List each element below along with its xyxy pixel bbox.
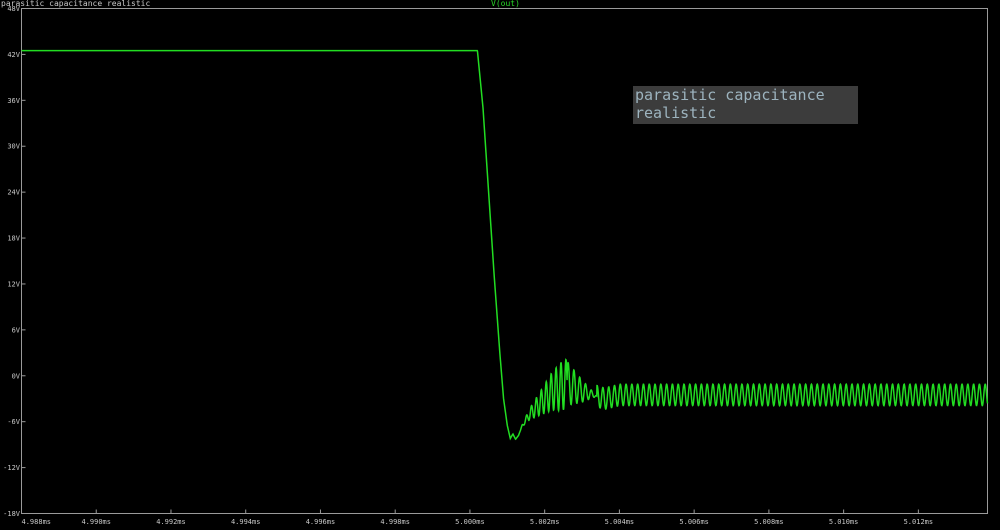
x-axis: 4.988ms 4.990ms 4.992ms 4.994ms 4.996ms 4.998… xyxy=(21,509,934,526)
x-tick-label: 5.008ms xyxy=(754,518,784,526)
x-tick-label: 4.992ms xyxy=(156,518,186,526)
annotation-line-2: realistic xyxy=(635,104,717,122)
y-tick-label: 36V xyxy=(7,97,20,105)
y-tick-label: 6V xyxy=(12,326,21,334)
x-tick-label: 5.010ms xyxy=(829,518,859,526)
y-tick-label: 30V xyxy=(7,143,20,151)
x-tick-label: 4.988ms xyxy=(22,518,52,526)
y-tick-label: 48V xyxy=(7,5,20,13)
waveform-plot[interactable]: 48V 42V 36V 30V 24V 18V 12V 6V 0V -6V -12V -18V 4.9… xyxy=(0,0,1000,530)
x-tick-label: 5.006ms xyxy=(679,518,709,526)
annotation-box[interactable]: parasitic capacitance realistic xyxy=(633,86,858,124)
x-tick-label: 5.004ms xyxy=(605,518,635,526)
y-tick-label: -12V xyxy=(3,464,21,472)
x-tick-label: 5.000ms xyxy=(455,518,485,526)
x-tick-label: 4.994ms xyxy=(231,518,261,526)
y-tick-label: 0V xyxy=(12,372,21,380)
x-tick-label: 5.012ms xyxy=(904,518,934,526)
x-tick-label: 4.998ms xyxy=(380,518,410,526)
x-tick-label: 4.996ms xyxy=(306,518,336,526)
x-tick-label: 5.002ms xyxy=(530,518,560,526)
y-tick-label: 12V xyxy=(7,280,20,288)
y-tick-label: -18V xyxy=(3,510,21,518)
annotation-line-1: parasitic capacitance xyxy=(635,86,825,104)
plot-frame xyxy=(21,8,988,514)
y-tick-label: 18V xyxy=(7,235,20,243)
y-tick-label: -6V xyxy=(7,418,20,426)
y-tick-label: 24V xyxy=(7,189,20,197)
y-tick-label: 42V xyxy=(7,51,20,59)
y-axis: 48V 42V 36V 30V 24V 18V 12V 6V 0V -6V -12V -18V xyxy=(3,5,26,518)
x-tick-label: 4.990ms xyxy=(81,518,111,526)
